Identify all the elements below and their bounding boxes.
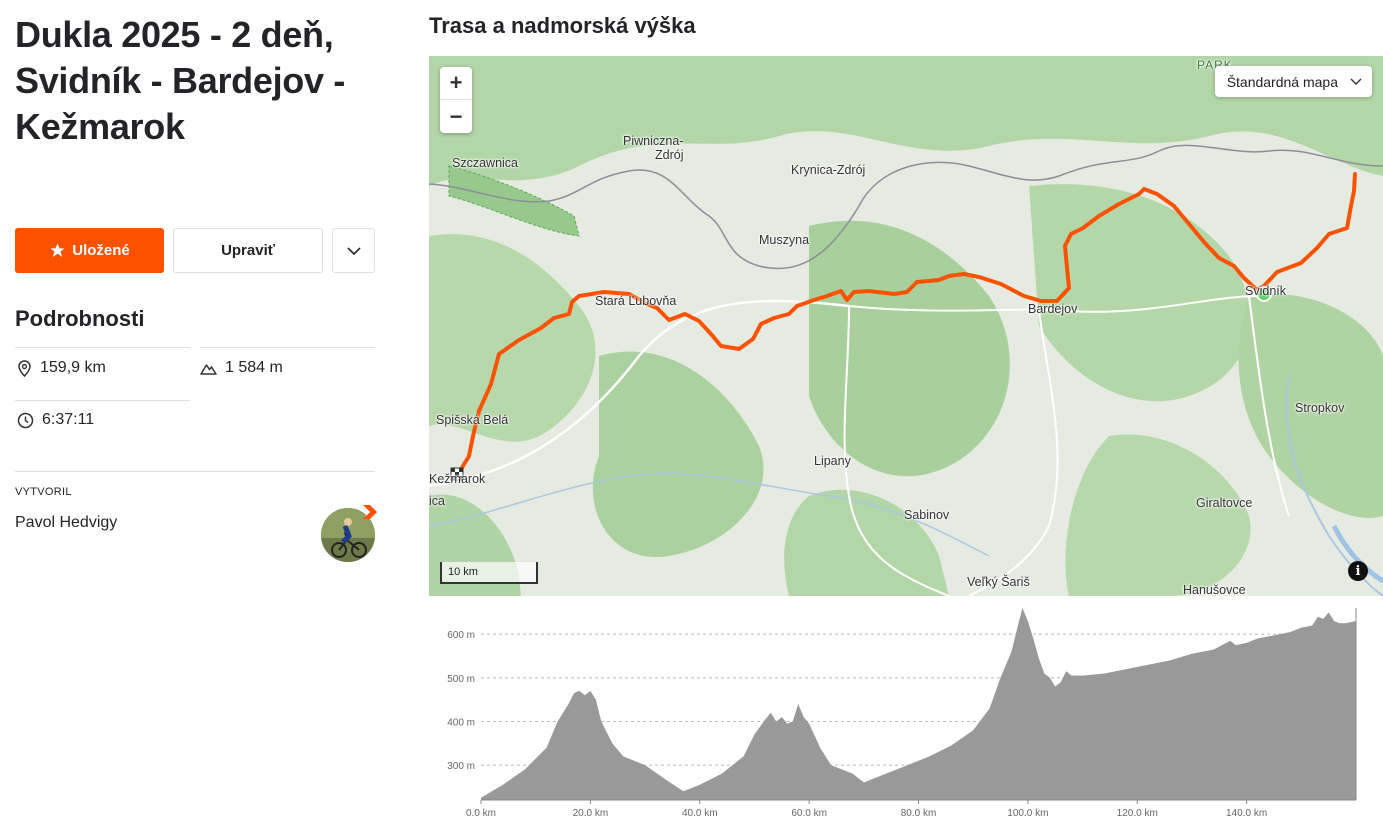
map-label: Bardejov bbox=[1028, 302, 1078, 316]
x-tick-label: 140.0 km bbox=[1226, 808, 1267, 819]
details-heading: Podrobnosti bbox=[15, 306, 145, 331]
elevation-chart[interactable]: 300 m 400 m 500 m 600 m 0.0 km 20.0 km 40.0 km… bbox=[429, 600, 1383, 824]
map-label: Krynica-Zdrój bbox=[791, 163, 866, 177]
map-label: Muszyna bbox=[759, 233, 810, 247]
x-tick-label: 0.0 km bbox=[466, 808, 496, 819]
route-map[interactable]: Szczawnica Piwniczna- Zdrój Krynica-Zdró… bbox=[429, 56, 1383, 596]
action-buttons: Uložené Upraviť bbox=[15, 228, 375, 273]
more-options-button[interactable] bbox=[332, 228, 375, 273]
map-label: Piwniczna- bbox=[623, 134, 684, 148]
distance-stat: 159,9 km bbox=[17, 359, 106, 377]
location-pin-icon bbox=[18, 359, 31, 377]
chevron-down-icon bbox=[346, 246, 361, 255]
map-label: Zdrój bbox=[655, 148, 684, 162]
x-tick-label: 20.0 km bbox=[573, 808, 609, 819]
map-label: Svidník bbox=[1245, 284, 1286, 298]
y-tick-label: 300 m bbox=[447, 761, 475, 772]
map-label: Giraltovce bbox=[1196, 496, 1253, 510]
map-label: Lipany bbox=[814, 454, 851, 468]
map-label: Sabinov bbox=[904, 508, 950, 522]
map-label: Stropkov bbox=[1295, 401, 1345, 415]
map-label: Stará Ľubovňa bbox=[595, 294, 677, 308]
divider bbox=[15, 347, 190, 348]
creator-name[interactable]: Pavol Hedvigy bbox=[15, 514, 117, 532]
x-tick-label: 80.0 km bbox=[901, 808, 937, 819]
x-tick-label: 120.0 km bbox=[1117, 808, 1158, 819]
y-tick-label: 600 m bbox=[447, 630, 475, 641]
chevron-down-icon bbox=[1350, 78, 1362, 85]
divider bbox=[200, 347, 375, 348]
creator-label: VYTVORIL bbox=[15, 486, 72, 498]
edit-button-label: Upraviť bbox=[221, 242, 275, 259]
elevation-stat: 1 584 m bbox=[200, 359, 283, 377]
map-label: Hanušovce bbox=[1183, 583, 1246, 596]
map-label: Veľký Šariš bbox=[967, 575, 1030, 589]
y-tick-label: 400 m bbox=[447, 717, 475, 728]
saved-button-label: Uložené bbox=[72, 242, 130, 259]
saved-button[interactable]: Uložené bbox=[15, 228, 164, 273]
info-icon[interactable]: i bbox=[1348, 561, 1368, 581]
clock-icon bbox=[17, 412, 34, 428]
x-tick-label: 40.0 km bbox=[682, 808, 718, 819]
elevation-value: 1 584 m bbox=[225, 359, 283, 376]
route-title: Dukla 2025 - 2 deň, Svidník - Bardejov -… bbox=[15, 14, 346, 147]
x-tick-label: 100.0 km bbox=[1007, 808, 1048, 819]
x-tick-label: 60.0 km bbox=[791, 808, 827, 819]
zoom-out-button[interactable]: − bbox=[440, 100, 472, 133]
map-label: Kežmarok bbox=[429, 472, 486, 486]
map-type-select[interactable]: Štandardná mapa bbox=[1214, 66, 1372, 97]
map-label: Szczawnica bbox=[452, 156, 518, 170]
subscriber-badge-icon bbox=[363, 505, 377, 519]
zoom-in-button[interactable]: + bbox=[440, 67, 472, 100]
y-tick-label: 500 m bbox=[447, 674, 475, 685]
map-type-label: Štandardná mapa bbox=[1226, 73, 1338, 90]
map-scale: 10 km bbox=[440, 562, 538, 584]
time-stat: 6:37:11 bbox=[17, 411, 94, 429]
elevation-area bbox=[481, 608, 1356, 800]
time-value: 6:37:11 bbox=[42, 411, 95, 428]
map-label: Spišská Belá bbox=[436, 413, 509, 427]
divider bbox=[15, 471, 375, 472]
distance-value: 159,9 km bbox=[40, 359, 106, 376]
divider bbox=[15, 400, 190, 401]
map-label: ica bbox=[429, 494, 445, 508]
mountain-icon bbox=[200, 364, 217, 375]
zoom-controls: + − bbox=[440, 67, 472, 133]
edit-button[interactable]: Upraviť bbox=[173, 228, 323, 273]
map-heading: Trasa a nadmorská výška bbox=[429, 13, 696, 38]
star-icon bbox=[50, 243, 65, 257]
